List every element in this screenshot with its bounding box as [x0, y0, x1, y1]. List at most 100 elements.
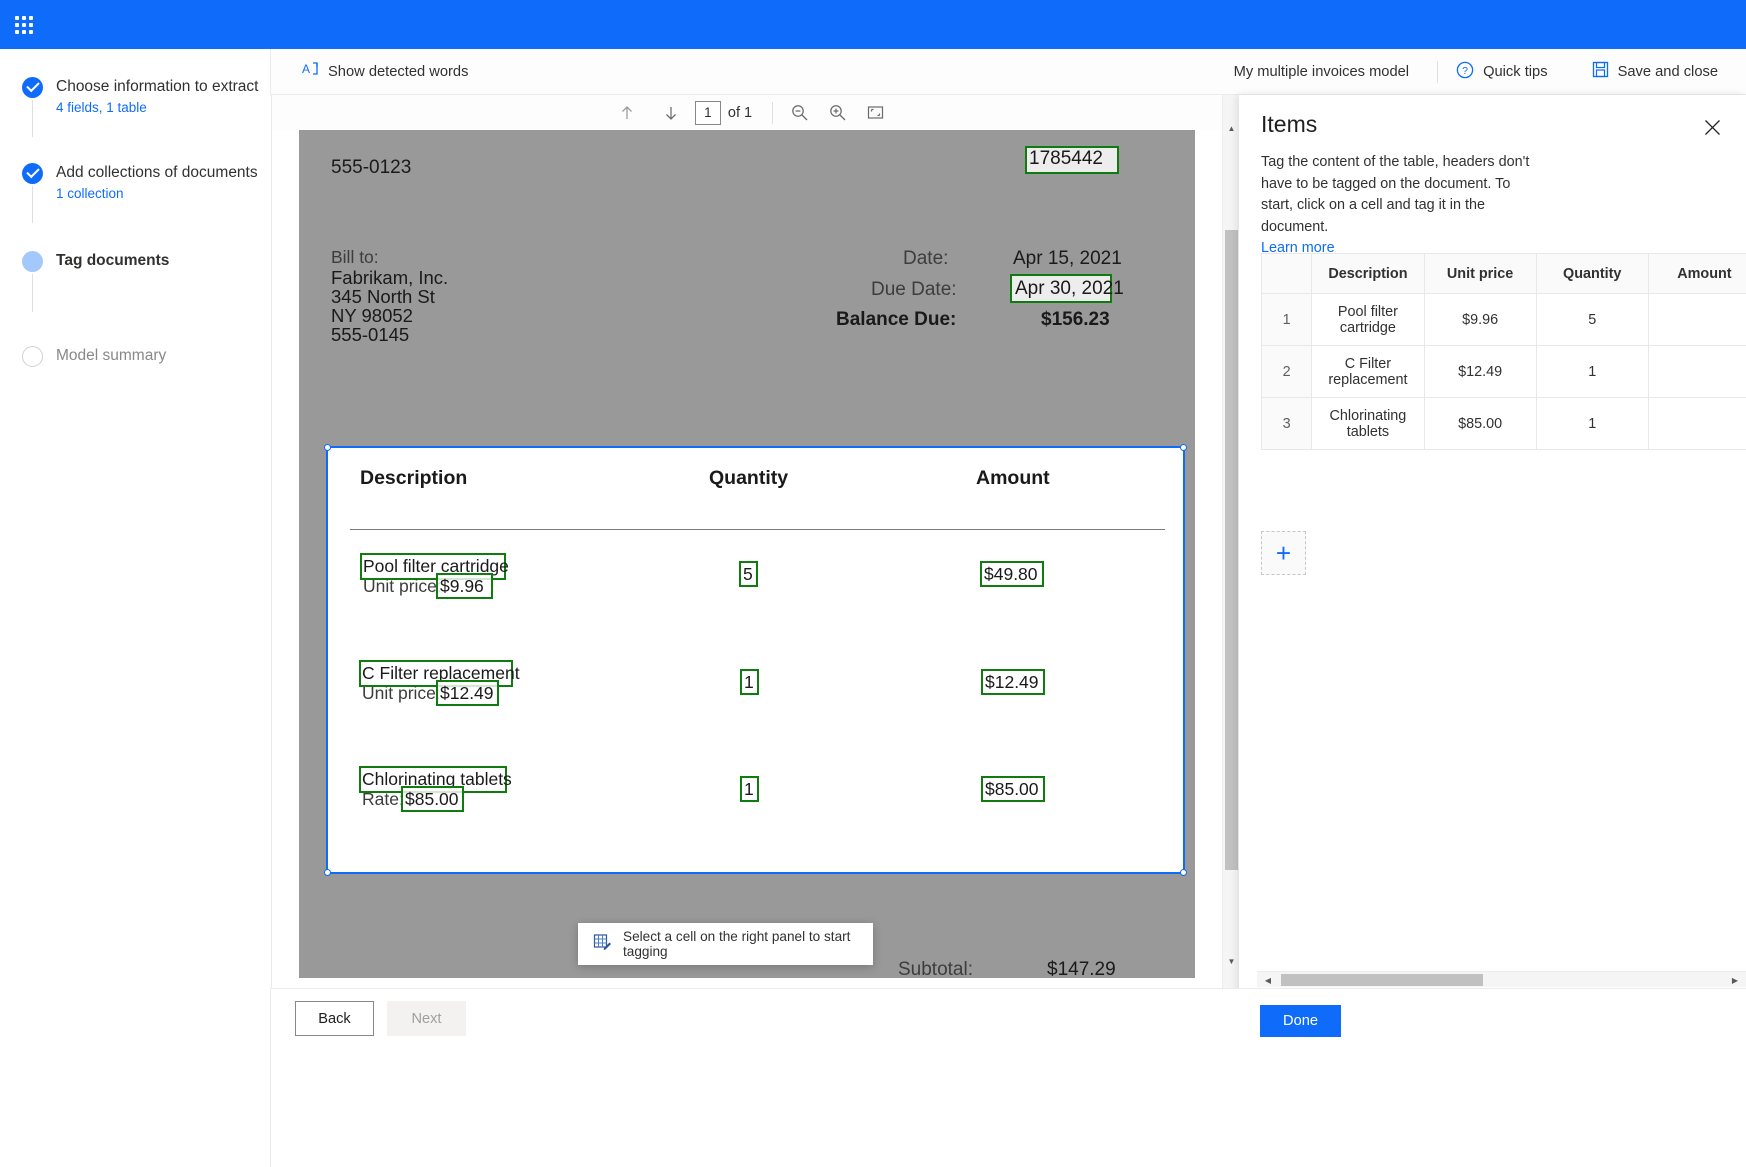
- tagging-hint-tooltip: Select a cell on the right panel to star…: [578, 923, 873, 965]
- items-col-amount[interactable]: Amount: [1648, 254, 1746, 294]
- doc-row1-quantity: 5: [743, 564, 753, 585]
- step-connector: [32, 186, 33, 223]
- wizard-step-sublink[interactable]: 1 collection: [56, 186, 124, 201]
- panel-description: Tag the content of the table, headers do…: [1261, 152, 1533, 260]
- viewer-scroll-thumb[interactable]: [1225, 230, 1238, 870]
- doc-date-value: Apr 15, 2021: [1013, 248, 1122, 270]
- row-index: 3: [1262, 398, 1312, 450]
- detected-words-icon: A: [302, 61, 319, 82]
- cell-amount[interactable]: [1648, 294, 1746, 346]
- items-col-quantity[interactable]: Quantity: [1536, 254, 1648, 294]
- cell-quantity[interactable]: 5: [1536, 294, 1648, 346]
- back-button-label: Back: [318, 1011, 350, 1027]
- region-handle-top-left[interactable]: [324, 444, 331, 451]
- done-button-label: Done: [1283, 1013, 1318, 1029]
- items-horizontal-scrollbar[interactable]: ◀ ▶: [1257, 971, 1746, 987]
- wizard-step-title: Model summary: [56, 346, 300, 366]
- wizard-step-tag-documents[interactable]: Tag documents: [0, 251, 300, 309]
- wizard-step-choose-information[interactable]: Choose information to extract 4 fields, …: [0, 77, 300, 135]
- command-divider: [1437, 61, 1438, 83]
- page-count-label: of 1: [728, 105, 752, 121]
- cell-unit-price[interactable]: $85.00: [1424, 398, 1536, 450]
- back-button[interactable]: Back: [295, 1001, 374, 1036]
- fit-to-page-button[interactable]: [859, 98, 891, 128]
- svg-text:A: A: [302, 62, 310, 76]
- doc-balance-label: Balance Due:: [836, 309, 956, 331]
- cell-unit-price[interactable]: $9.96: [1424, 294, 1536, 346]
- save-and-close-button[interactable]: Save and close: [1584, 55, 1726, 88]
- zoom-out-button[interactable]: [783, 98, 815, 128]
- save-disk-icon: [1592, 61, 1609, 82]
- doc-col-amount: Amount: [976, 467, 1050, 490]
- viewer-vertical-scrollbar[interactable]: ▲ ▼: [1222, 95, 1239, 988]
- add-row-button[interactable]: +: [1261, 531, 1306, 575]
- step-status-check-icon: [22, 77, 43, 98]
- document-page[interactable]: 555-0123 1785442 Bill to: Fabrikam, Inc.…: [299, 130, 1195, 978]
- region-handle-bottom-right[interactable]: [1180, 869, 1187, 876]
- app-bar: [0, 0, 1746, 49]
- doc-bill-to-label: Bill to:: [331, 247, 379, 268]
- row-index: 2: [1262, 346, 1312, 398]
- doc-row1-unit-price: $9.96: [440, 576, 484, 597]
- panel-footer-divider: [1239, 988, 1746, 989]
- doc-row3-quantity: 1: [744, 779, 754, 800]
- waffle-grid: [15, 16, 33, 34]
- quick-tips-button[interactable]: ? Quick tips: [1448, 55, 1555, 89]
- doc-row3-unit-label: Rate:: [362, 789, 404, 810]
- app-launcher-icon[interactable]: [0, 0, 48, 49]
- scroll-left-arrow-icon[interactable]: ◀: [1260, 972, 1276, 988]
- model-name-label: My multiple invoices model: [1234, 64, 1428, 80]
- show-detected-words-button[interactable]: A Show detected words: [294, 55, 476, 88]
- next-button-label: Next: [411, 1011, 441, 1027]
- viewer-toolbar: 1 of 1: [272, 95, 1230, 130]
- region-handle-bottom-left[interactable]: [324, 869, 331, 876]
- step-status-check-icon: [22, 163, 43, 184]
- items-table-scroll-area[interactable]: Description Unit price Quantity Amount 1…: [1261, 253, 1746, 531]
- doc-row2-amount: $12.49: [985, 672, 1039, 693]
- wizard-step-sublink[interactable]: 4 fields, 1 table: [56, 100, 147, 115]
- doc-col-description: Description: [360, 467, 467, 490]
- table-row[interactable]: 3 Chlorinating tablets $85.00 1: [1262, 398, 1746, 450]
- doc-row3-amount: $85.00: [985, 779, 1039, 800]
- quick-tips-label: Quick tips: [1483, 64, 1547, 80]
- wizard-step-add-collections[interactable]: Add collections of documents 1 collectio…: [0, 163, 300, 221]
- items-col-unit-price[interactable]: Unit price: [1424, 254, 1536, 294]
- next-page-button[interactable]: [655, 98, 687, 128]
- cell-description[interactable]: C Filter replacement: [1312, 346, 1424, 398]
- cell-unit-price[interactable]: $12.49: [1424, 346, 1536, 398]
- items-col-description[interactable]: Description: [1312, 254, 1424, 294]
- cell-quantity[interactable]: 1: [1536, 346, 1648, 398]
- done-button[interactable]: Done: [1260, 1005, 1341, 1037]
- cell-description[interactable]: Pool filter cartridge: [1312, 294, 1424, 346]
- cell-amount[interactable]: [1648, 346, 1746, 398]
- step-connector: [32, 274, 33, 312]
- table-row[interactable]: 2 C Filter replacement $12.49 1: [1262, 346, 1746, 398]
- previous-page-button[interactable]: [611, 98, 643, 128]
- wizard-step-title: Add collections of documents: [56, 163, 300, 183]
- close-icon[interactable]: [1698, 113, 1726, 141]
- zoom-in-button[interactable]: [821, 98, 853, 128]
- next-button[interactable]: Next: [387, 1001, 466, 1036]
- scroll-up-arrow-icon[interactable]: ▲: [1223, 120, 1240, 137]
- doc-row2-quantity: 1: [744, 672, 754, 693]
- wizard-step-title: Choose information to extract: [56, 77, 300, 97]
- command-bar: A Show detected words My multiple invoic…: [270, 49, 1746, 95]
- cell-description[interactable]: Chlorinating tablets: [1312, 398, 1424, 450]
- table-row[interactable]: 1 Pool filter cartridge $9.96 5: [1262, 294, 1746, 346]
- scroll-right-arrow-icon[interactable]: ▶: [1727, 972, 1743, 988]
- region-handle-top-right[interactable]: [1180, 444, 1187, 451]
- items-scroll-thumb[interactable]: [1281, 974, 1483, 986]
- cell-quantity[interactable]: 1: [1536, 398, 1648, 450]
- doc-col-quantity: Quantity: [709, 467, 788, 490]
- cell-amount[interactable]: [1648, 398, 1746, 450]
- items-table-header-row: Description Unit price Quantity Amount: [1262, 254, 1746, 294]
- help-circle-icon: ?: [1456, 61, 1474, 83]
- svg-text:?: ?: [1462, 65, 1468, 77]
- selected-table-region[interactable]: Description Quantity Amount Pool filter …: [326, 446, 1185, 874]
- panel-description-text: Tag the content of the table, headers do…: [1261, 154, 1529, 235]
- page-number-input[interactable]: 1: [695, 101, 721, 125]
- page-number-value: 1: [704, 105, 712, 120]
- show-detected-words-label: Show detected words: [328, 64, 468, 80]
- scroll-down-arrow-icon[interactable]: ▼: [1223, 953, 1240, 970]
- wizard-step-model-summary[interactable]: Model summary: [0, 346, 300, 404]
